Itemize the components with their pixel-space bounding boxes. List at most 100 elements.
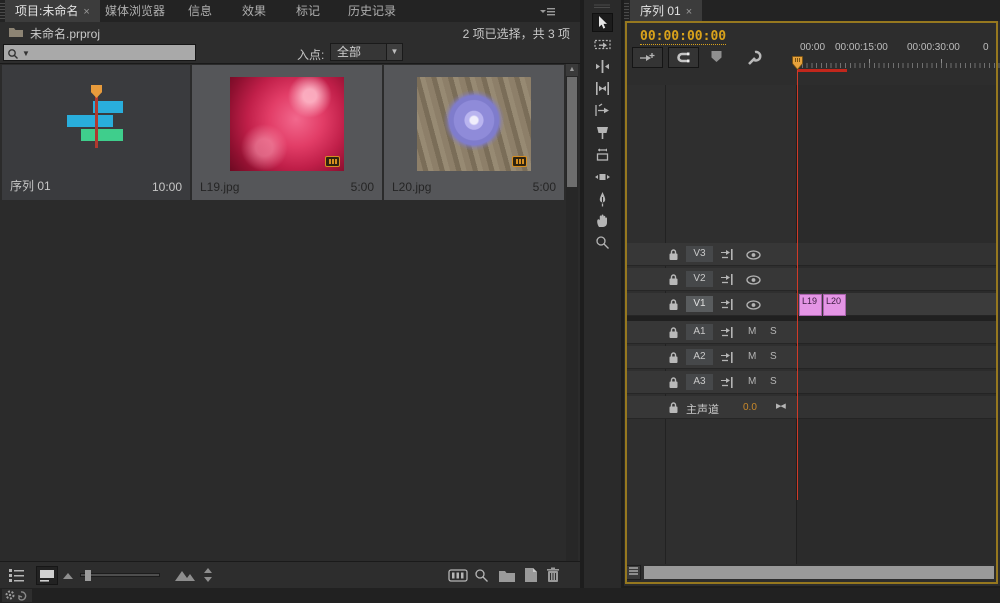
scrollbar-thumb[interactable] xyxy=(567,77,577,187)
icon-view-button[interactable] xyxy=(36,566,58,585)
lock-icon[interactable] xyxy=(668,248,679,261)
playhead-timecode[interactable]: 00:00:00:00 xyxy=(640,29,727,45)
track-name-button[interactable]: V2 xyxy=(686,271,713,287)
lock-icon[interactable] xyxy=(668,401,679,414)
mute-button[interactable]: M xyxy=(748,326,756,337)
tab-sequence-01[interactable]: 序列 01 × xyxy=(630,0,703,22)
hand-tool[interactable] xyxy=(592,211,613,230)
solo-button[interactable]: S xyxy=(770,376,777,387)
slider-knob[interactable] xyxy=(85,570,91,581)
project-bin-area[interactable]: 序列 01 10:00 L19.jpg 5:00 L20.jpg 5:00 ▲ xyxy=(0,63,580,561)
eye-icon[interactable] xyxy=(746,250,761,260)
scrollbar-thumb[interactable] xyxy=(644,566,994,579)
sort-icon[interactable] xyxy=(202,567,214,583)
zoom-out-icon[interactable] xyxy=(62,572,74,580)
bin-item-l20[interactable]: L20.jpg 5:00 xyxy=(384,65,564,200)
search-input[interactable]: ▼ xyxy=(3,44,196,61)
delete-trash-icon[interactable] xyxy=(546,567,560,583)
new-item-icon[interactable] xyxy=(524,567,538,583)
tab-close-icon[interactable]: × xyxy=(686,6,692,18)
track-name-button[interactable]: V1 xyxy=(686,296,713,312)
pan-icon[interactable]: ▶◀ xyxy=(776,402,786,410)
timeline-settings-wrench-icon[interactable] xyxy=(746,50,763,66)
mute-button[interactable]: M xyxy=(748,351,756,362)
tab-info[interactable]: 信息 xyxy=(178,0,222,22)
sync-lock-icon[interactable] xyxy=(720,274,734,285)
tab-project[interactable]: 项目:未命名 × xyxy=(5,0,100,22)
clip-l19[interactable]: L19 xyxy=(799,293,822,316)
item-duration: 5:00 xyxy=(350,180,374,194)
tab-media-browser[interactable]: 媒体浏览器 xyxy=(95,0,175,22)
lock-icon[interactable] xyxy=(668,273,679,286)
ruler-label: 00:00:15:00 xyxy=(835,42,888,53)
sync-lock-icon[interactable] xyxy=(720,377,734,388)
panel-gripper[interactable] xyxy=(624,3,629,19)
new-bin-icon[interactable] xyxy=(498,569,516,582)
solo-button[interactable]: S xyxy=(770,326,777,337)
add-marker-icon[interactable] xyxy=(710,50,723,63)
lock-icon[interactable] xyxy=(668,376,679,389)
track-content[interactable] xyxy=(797,321,998,344)
project-root-icon[interactable] xyxy=(8,26,24,38)
inpoint-filter-dropdown[interactable]: 全部 ▼ xyxy=(330,43,403,61)
insert-overwrite-sequence-button[interactable] xyxy=(632,47,663,68)
track-name-button[interactable]: A1 xyxy=(686,324,713,340)
timeline-ruler[interactable]: 00:00 00:00:15:00 00:00:30:00 0 xyxy=(797,39,1000,70)
panel-gripper[interactable] xyxy=(594,3,610,8)
search-options-icon[interactable]: ▼ xyxy=(22,49,30,58)
thumbnail-zoom-slider[interactable] xyxy=(80,570,160,581)
sync-lock-icon[interactable] xyxy=(720,249,734,260)
sync-lock-icon[interactable] xyxy=(720,299,734,310)
eye-icon[interactable] xyxy=(746,275,761,285)
track-content[interactable] xyxy=(797,371,998,394)
lock-icon[interactable] xyxy=(668,351,679,364)
find-icon[interactable] xyxy=(474,568,489,583)
panel-menu-icon[interactable] xyxy=(540,7,556,16)
scrollbar-menu-icon[interactable] xyxy=(626,565,641,580)
track-content[interactable] xyxy=(797,396,998,419)
snap-button[interactable] xyxy=(668,47,699,68)
lock-icon[interactable] xyxy=(668,298,679,311)
tab-markers[interactable]: 标记 xyxy=(286,0,330,22)
rolling-edit-tool[interactable] xyxy=(592,79,613,98)
sync-lock-icon[interactable] xyxy=(720,352,734,363)
clip-l20[interactable]: L20 xyxy=(823,293,846,316)
track-content[interactable] xyxy=(797,243,998,266)
slide-tool[interactable] xyxy=(592,167,613,186)
list-view-button[interactable] xyxy=(6,566,28,585)
selection-tool[interactable] xyxy=(592,13,613,32)
timeline-tracks-area[interactable]: V3 V2 V1 L19 L20 A1 M S A2 M S A3 M S 主声… xyxy=(626,85,998,564)
track-name-button[interactable]: A3 xyxy=(686,374,713,390)
slip-tool[interactable] xyxy=(592,145,613,164)
automate-to-sequence-icon[interactable] xyxy=(448,569,468,582)
playhead-marker[interactable] xyxy=(792,56,803,70)
master-gain-value[interactable]: 0.0 xyxy=(743,402,757,413)
track-content[interactable] xyxy=(797,346,998,369)
track-content[interactable] xyxy=(797,268,998,291)
rate-stretch-tool[interactable] xyxy=(592,101,613,120)
pen-tool[interactable] xyxy=(592,189,613,208)
tab-effects[interactable]: 效果 xyxy=(232,0,276,22)
tab-history[interactable]: 历史记录 xyxy=(338,0,406,22)
eye-icon[interactable] xyxy=(746,300,761,310)
lock-icon[interactable] xyxy=(668,326,679,339)
bin-item-l19[interactable]: L19.jpg 5:00 xyxy=(192,65,382,200)
tab-close-icon[interactable]: × xyxy=(83,6,89,18)
bin-vertical-scrollbar[interactable]: ▲ xyxy=(566,64,578,561)
track-name-button[interactable]: V3 xyxy=(686,246,713,262)
zoom-tool[interactable] xyxy=(592,233,613,252)
ripple-edit-tool[interactable] xyxy=(592,57,613,76)
sync-lock-icon[interactable] xyxy=(720,327,734,338)
zoom-in-icon[interactable] xyxy=(174,568,196,582)
bin-item-sequence[interactable]: 序列 01 10:00 xyxy=(2,65,190,200)
track-select-forward-tool[interactable] xyxy=(592,35,613,54)
mute-button[interactable]: M xyxy=(748,376,756,387)
solo-button[interactable]: S xyxy=(770,351,777,362)
chevron-down-icon[interactable]: ▼ xyxy=(386,44,402,60)
razor-tool[interactable] xyxy=(592,123,613,142)
track-content[interactable]: L19 L20 xyxy=(797,293,998,316)
track-name-button[interactable]: A2 xyxy=(686,349,713,365)
status-gears[interactable] xyxy=(2,589,32,602)
timeline-horizontal-scrollbar[interactable] xyxy=(626,564,998,582)
scroll-up-icon[interactable]: ▲ xyxy=(566,64,578,76)
